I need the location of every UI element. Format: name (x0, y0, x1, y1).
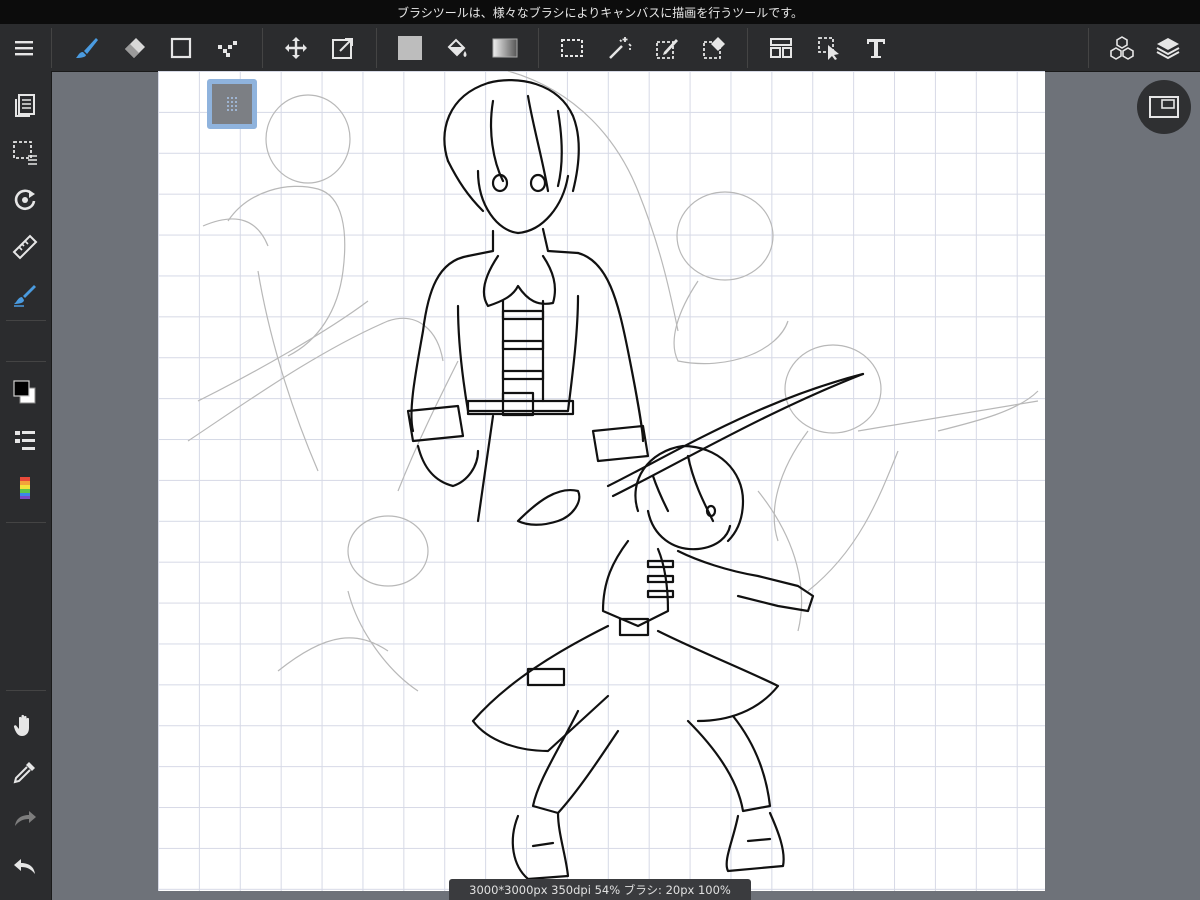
status-text: 3000*3000px 350dpi 54% ブラシ: 20px 100% (469, 882, 731, 897)
ruler-icon[interactable] (8, 230, 42, 264)
magic-wand-icon[interactable] (603, 31, 637, 65)
tooltip-bar: ブラシツールは、様々なブラシによりキャンバスに描画を行うツールです。 (0, 0, 1200, 24)
navigator-icon (1149, 96, 1179, 118)
select-pen-icon[interactable] (650, 31, 684, 65)
menu-icon[interactable] (7, 31, 41, 65)
select-move-icon[interactable] (812, 31, 846, 65)
tooltip-text: ブラシツールは、様々なブラシによりキャンバスに描画を行うツールです。 (396, 5, 804, 20)
undo-icon[interactable] (8, 850, 42, 884)
eraser-icon[interactable] (117, 31, 151, 65)
gradient-icon[interactable] (488, 31, 522, 65)
left-sidebar (0, 71, 52, 900)
grid-toggle-button[interactable] (207, 79, 257, 129)
selection-icon[interactable] (8, 135, 42, 169)
text-icon[interactable] (859, 31, 893, 65)
drawing-canvas[interactable] (158, 71, 1045, 891)
artwork (187, 71, 1039, 881)
sketch-layer (187, 71, 1039, 692)
dot-icon[interactable] (211, 31, 245, 65)
grid-dots-icon (212, 84, 252, 124)
transform-icon[interactable] (326, 31, 360, 65)
layout-icon[interactable] (764, 31, 798, 65)
eyedropper-icon[interactable] (8, 755, 42, 789)
navigator-button[interactable] (1137, 80, 1191, 134)
lineart-layer (406, 79, 865, 881)
snap-brush-icon[interactable] (8, 278, 42, 312)
rotate-icon[interactable] (8, 183, 42, 217)
brush-list-icon[interactable] (8, 423, 42, 457)
select-rect-icon[interactable] (555, 31, 589, 65)
bucket-icon[interactable] (440, 31, 474, 65)
redo-icon[interactable] (8, 802, 42, 836)
shape-icon[interactable] (164, 31, 198, 65)
select-eraser-icon[interactable] (697, 31, 731, 65)
pages-icon[interactable] (8, 88, 42, 122)
color-swatch-icon[interactable] (8, 375, 42, 409)
palette-icon[interactable] (8, 471, 42, 505)
brush-icon[interactable] (70, 31, 104, 65)
fill-color-icon[interactable] (393, 31, 427, 65)
status-bar: 3000*3000px 350dpi 54% ブラシ: 20px 100% (449, 879, 751, 900)
move-icon[interactable] (279, 31, 313, 65)
3d-material-icon[interactable] (1105, 31, 1139, 65)
layers-icon[interactable] (1151, 31, 1185, 65)
hand-icon[interactable] (8, 708, 42, 742)
top-toolbar (0, 24, 1200, 72)
